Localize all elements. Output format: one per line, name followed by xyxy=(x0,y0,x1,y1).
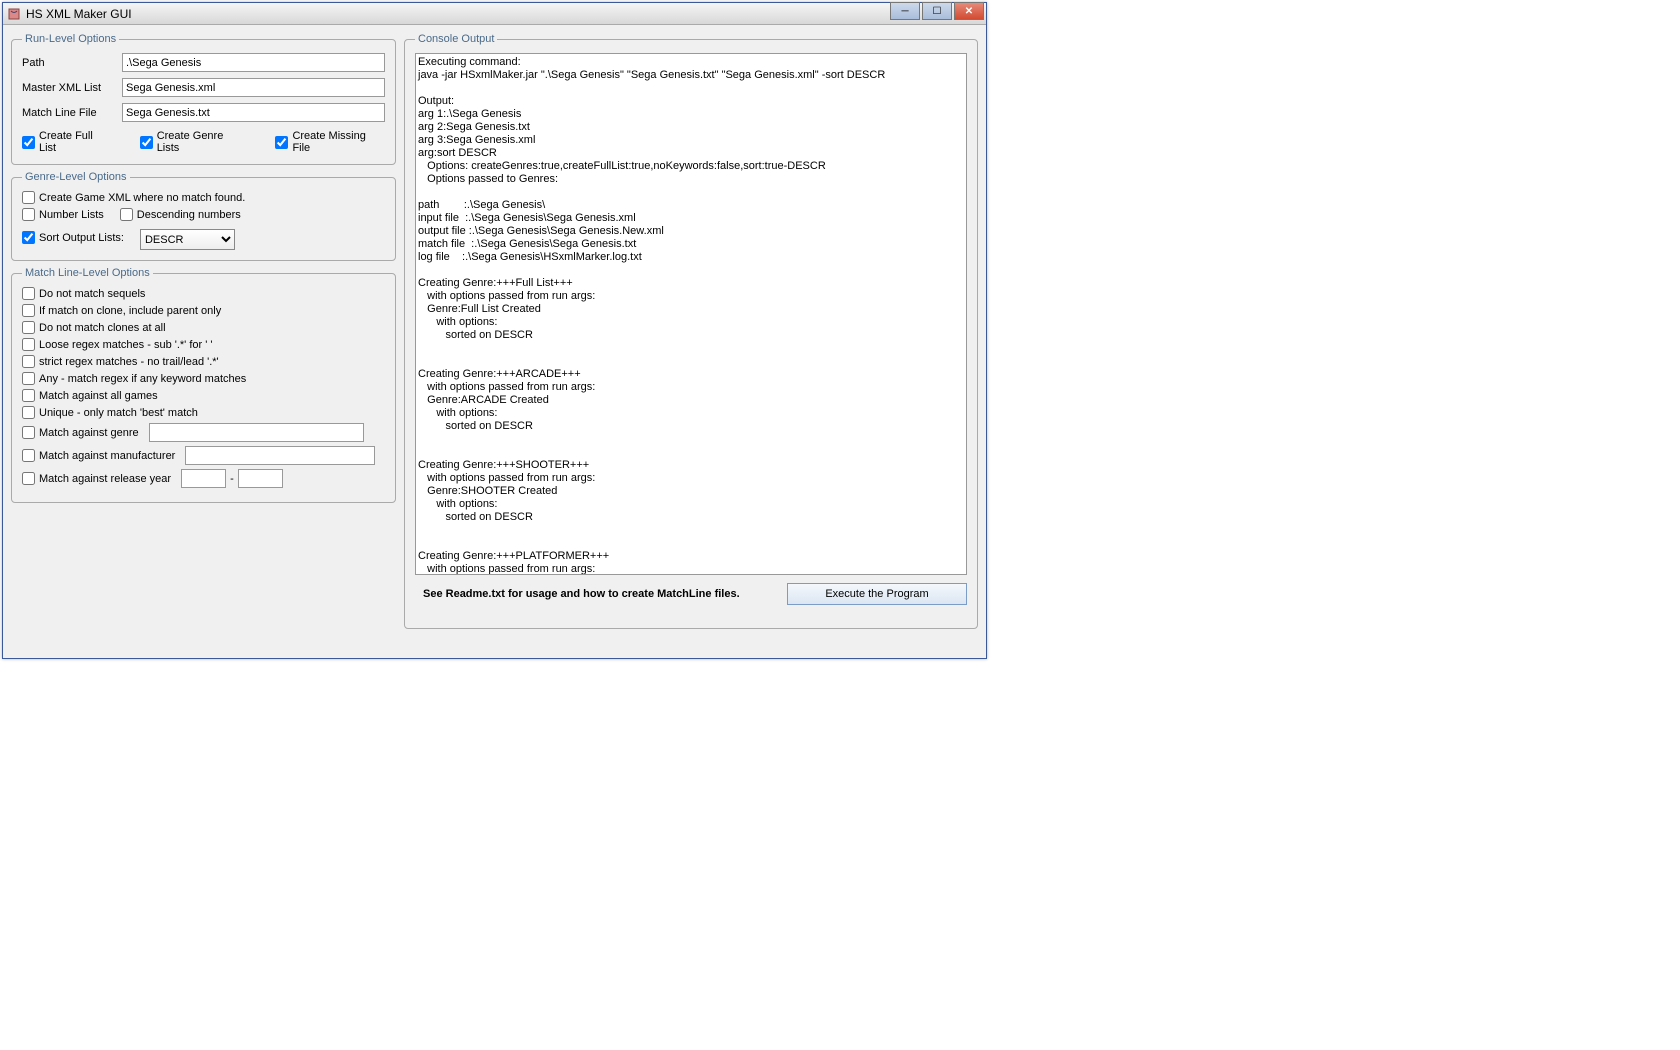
match-genre-field[interactable] xyxy=(149,423,364,442)
cb-number-lists[interactable]: Number Lists xyxy=(22,208,104,221)
cb-clone-parent[interactable]: If match on clone, include parent only xyxy=(22,304,385,317)
master-xml-input[interactable] xyxy=(122,78,385,97)
cb-match-year-input[interactable] xyxy=(22,472,35,485)
cb-match-genre-input[interactable] xyxy=(22,426,35,439)
cb-match-genre-label: Match against genre xyxy=(39,427,139,439)
cb-loose-regex[interactable]: Loose regex matches - sub '.*' for ' ' xyxy=(22,338,385,351)
minimize-button[interactable]: ─ xyxy=(890,2,920,20)
titlebar[interactable]: HS XML Maker GUI ─ ☐ ✕ xyxy=(3,3,986,25)
path-label: Path xyxy=(22,57,122,69)
maximize-button[interactable]: ☐ xyxy=(922,2,952,20)
cb-descending-input[interactable] xyxy=(120,208,133,221)
year-dash: - xyxy=(230,473,234,485)
cb-unique-input[interactable] xyxy=(22,406,35,419)
cb-unique[interactable]: Unique - only match 'best' match xyxy=(22,406,385,419)
console-legend: Console Output xyxy=(415,33,497,45)
cb-no-match-xml-input[interactable] xyxy=(22,191,35,204)
match-year-from[interactable] xyxy=(181,469,226,488)
cb-create-missing-file-input[interactable] xyxy=(275,136,288,149)
java-icon xyxy=(7,7,21,21)
cb-no-clones-input[interactable] xyxy=(22,321,35,334)
cb-strict-regex[interactable]: strict regex matches - no trail/lead '.*… xyxy=(22,355,385,368)
match-manu-field[interactable] xyxy=(185,446,375,465)
close-button[interactable]: ✕ xyxy=(954,2,984,20)
window-title: HS XML Maker GUI xyxy=(26,7,132,21)
cb-loose-regex-input[interactable] xyxy=(22,338,35,351)
cb-all-games-input[interactable] xyxy=(22,389,35,402)
cb-no-clones[interactable]: Do not match clones at all xyxy=(22,321,385,334)
cb-create-missing-file[interactable]: Create Missing File xyxy=(275,130,385,154)
right-panel: Console Output Executing command: java -… xyxy=(404,33,978,629)
genre-level-options: Genre-Level Options Create Game XML wher… xyxy=(11,171,396,261)
sort-select[interactable]: DESCR xyxy=(140,229,235,250)
console-textarea[interactable]: Executing command: java -jar HSxmlMaker.… xyxy=(415,53,967,575)
cb-sort-output[interactable]: Sort Output Lists: xyxy=(22,231,124,244)
cb-match-manu-input[interactable] xyxy=(22,449,35,462)
cb-sort-output-input[interactable] xyxy=(22,231,35,244)
cb-strict-regex-input[interactable] xyxy=(22,355,35,368)
master-label: Master XML List xyxy=(22,82,122,94)
matchline-input[interactable] xyxy=(122,103,385,122)
cb-number-lists-input[interactable] xyxy=(22,208,35,221)
readme-text: See Readme.txt for usage and how to crea… xyxy=(415,588,740,600)
match-line-level-options: Match Line-Level Options Do not match se… xyxy=(11,267,396,503)
cb-any-keyword[interactable]: Any - match regex if any keyword matches xyxy=(22,372,385,385)
window-controls: ─ ☐ ✕ xyxy=(888,2,984,20)
footer-row: See Readme.txt for usage and how to crea… xyxy=(415,583,967,605)
match-year-to[interactable] xyxy=(238,469,283,488)
cb-create-full-list[interactable]: Create Full List xyxy=(22,130,112,154)
matchline-label: Match Line File xyxy=(22,107,122,119)
cb-create-genre-lists[interactable]: Create Genre Lists xyxy=(140,130,248,154)
cb-match-genre-row: Match against genre xyxy=(22,423,385,442)
path-input[interactable] xyxy=(122,53,385,72)
cb-no-match-xml[interactable]: Create Game XML where no match found. xyxy=(22,191,385,204)
match-level-legend: Match Line-Level Options xyxy=(22,267,153,279)
cb-match-manu-row: Match against manufacturer xyxy=(22,446,385,465)
execute-button[interactable]: Execute the Program xyxy=(787,583,967,605)
content-area: Run-Level Options Path Master XML List M… xyxy=(3,25,986,637)
cb-create-genre-lists-input[interactable] xyxy=(140,136,153,149)
cb-all-games[interactable]: Match against all games xyxy=(22,389,385,402)
app-window: HS XML Maker GUI ─ ☐ ✕ Run-Level Options… xyxy=(2,2,987,659)
cb-no-sequels-input[interactable] xyxy=(22,287,35,300)
cb-no-sequels[interactable]: Do not match sequels xyxy=(22,287,385,300)
cb-match-year-label: Match against release year xyxy=(39,473,171,485)
left-panel: Run-Level Options Path Master XML List M… xyxy=(11,33,396,629)
cb-match-manu-label: Match against manufacturer xyxy=(39,450,175,462)
genre-level-legend: Genre-Level Options xyxy=(22,171,130,183)
cb-create-full-list-input[interactable] xyxy=(22,136,35,149)
cb-clone-parent-input[interactable] xyxy=(22,304,35,317)
run-level-options: Run-Level Options Path Master XML List M… xyxy=(11,33,396,165)
console-output: Console Output Executing command: java -… xyxy=(404,33,978,629)
run-level-legend: Run-Level Options xyxy=(22,33,119,45)
cb-descending[interactable]: Descending numbers xyxy=(120,208,241,221)
cb-any-keyword-input[interactable] xyxy=(22,372,35,385)
cb-match-year-row: Match against release year - xyxy=(22,469,385,488)
